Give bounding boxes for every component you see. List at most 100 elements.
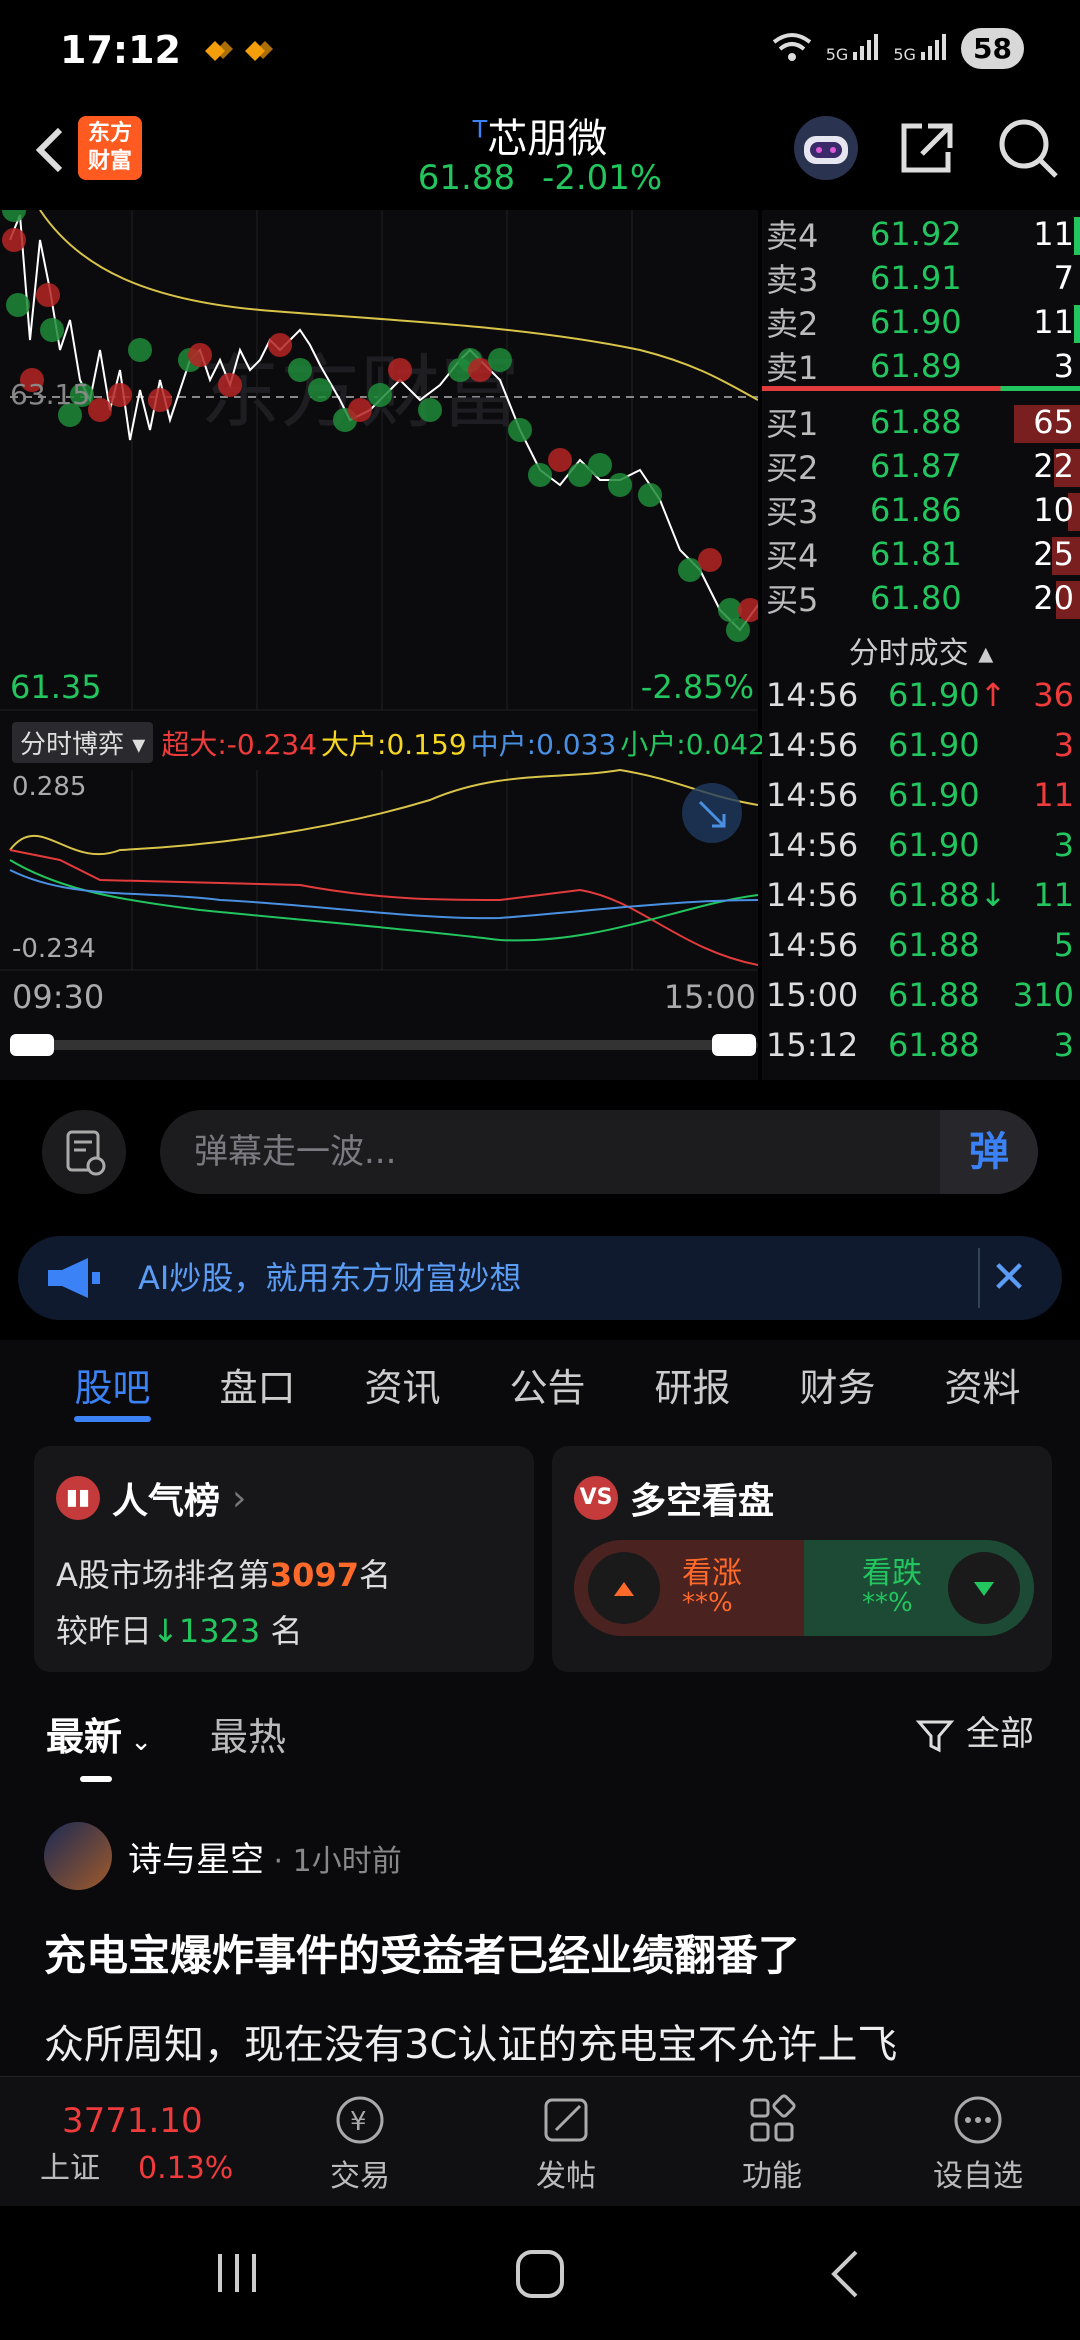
- tab-announcements[interactable]: 公告: [475, 1340, 620, 1436]
- bid-row: 买5 61.80 20: [762, 576, 1080, 620]
- intraday-chart[interactable]: 东方财富 63.15 61.35 -2.85% 分时博弈 ▾ 超大:-0.234…: [0, 210, 766, 1080]
- status-bar: 17:12 5G 5G 58: [0, 0, 1080, 100]
- tab-pankou[interactable]: 盘口: [185, 1340, 330, 1436]
- tab-guba[interactable]: 股吧: [40, 1340, 185, 1436]
- sort-row: 最新 ⌄ 最热 全部: [0, 1706, 1080, 1806]
- stock-price: 61.88: [417, 158, 516, 198]
- sell-marker: [418, 398, 442, 422]
- search-icon[interactable]: [992, 112, 1064, 184]
- flow-mid: 中户:0.033: [470, 727, 617, 761]
- vote-control: 看涨 **% 看跌 **%: [574, 1540, 1034, 1636]
- danmu-input[interactable]: 弹幕走一波... 弹: [160, 1110, 1038, 1194]
- trade-row: 14:56 61.90 11: [766, 776, 1074, 814]
- sell-marker: [128, 338, 152, 362]
- signal-icon: 5G: [826, 33, 880, 64]
- sell-marker: [488, 348, 512, 372]
- sort-latest[interactable]: 最新 ⌄: [46, 1706, 152, 1782]
- sell-marker: [40, 318, 64, 342]
- ask-row: 卖1 61.89 3: [766, 347, 1074, 387]
- sell-marker: [368, 383, 392, 407]
- sell-marker: [288, 358, 312, 382]
- battery-indicator: 58: [961, 28, 1024, 69]
- buy-marker: [88, 398, 112, 422]
- note-button[interactable]: [42, 1110, 126, 1194]
- flow-selector[interactable]: 分时博弈 ▾: [12, 722, 154, 763]
- signal-icon: 5G: [893, 33, 947, 64]
- bid-row: 买3 61.86 10: [762, 488, 1080, 532]
- trades-title[interactable]: 分时成交 ▴: [762, 628, 1080, 672]
- sort-hot[interactable]: 最热: [210, 1706, 286, 1761]
- post-body[interactable]: 众所周知，现在没有3C认证的充电宝不允许上飞: [44, 2012, 1044, 2070]
- popularity-title: 人气榜: [112, 1481, 221, 1522]
- tab-finance[interactable]: 财务: [765, 1340, 910, 1436]
- order-book: 卖4 61.92 11 卖3 61.91 7 卖2 61.90 11 卖1 61.89 3 买1…: [762, 210, 1080, 1080]
- post-title[interactable]: 充电宝爆炸事件的受益者已经业绩翻番了: [44, 1922, 800, 1983]
- back-nav-icon[interactable]: [822, 2246, 872, 2302]
- tab-news[interactable]: 资讯: [330, 1340, 475, 1436]
- system-nav-bar: [0, 2206, 1080, 2340]
- time-end-label: 15:00: [663, 978, 756, 1016]
- buy-marker: [188, 343, 212, 367]
- buy-marker: [108, 383, 132, 407]
- nav-post[interactable]: 发帖: [496, 2089, 636, 2195]
- recent-apps-icon[interactable]: [212, 2248, 262, 2298]
- nav-functions[interactable]: 功能: [702, 2089, 842, 2195]
- more-icon: [908, 2089, 1048, 2151]
- time-start-label: 09:30: [12, 978, 105, 1016]
- vote-down-button[interactable]: 看跌 **%: [804, 1540, 1034, 1636]
- buy-marker: [2, 228, 26, 252]
- nav-trade[interactable]: ¥ 交易: [290, 2089, 430, 2195]
- home-icon[interactable]: [512, 2246, 568, 2302]
- buy-marker: [388, 358, 412, 382]
- wifi-icon: [772, 32, 812, 66]
- index-ticker[interactable]: 3771.10 上证 0.13%: [40, 2101, 260, 2187]
- flow-small: 小户:0.042: [620, 727, 766, 761]
- trade-row: 14:56 61.90↑ 36: [766, 676, 1074, 714]
- sell-marker: [2, 210, 26, 222]
- robot-assistant-icon[interactable]: [790, 112, 862, 184]
- arrow-down-icon: ↓: [152, 1612, 179, 1650]
- vote-up-button[interactable]: 看涨 **%: [574, 1540, 804, 1636]
- buy-marker: [548, 448, 572, 472]
- section-tabs: 股吧 盘口 资讯 公告 研报 财务 资料: [0, 1340, 1080, 1436]
- tab-profile[interactable]: 资料: [910, 1340, 1055, 1436]
- sell-marker: [308, 378, 332, 402]
- flow-large: 大户:0.159: [321, 727, 467, 761]
- trade-row: 14:56 61.88↓ 11: [766, 876, 1074, 914]
- chart-icon: ▮▮: [56, 1476, 100, 1520]
- sell-marker: [588, 453, 612, 477]
- sell-marker: [528, 463, 552, 487]
- ai-banner[interactable]: AI炒股，就用东方财富妙想 ✕: [18, 1236, 1062, 1320]
- nav-watchlist[interactable]: 设自选: [908, 2089, 1048, 2195]
- trade-row: 15:00 61.88 310: [766, 976, 1074, 1014]
- close-icon[interactable]: ✕: [978, 1248, 1038, 1308]
- buy-marker: [36, 283, 60, 307]
- status-time: 17:12: [60, 28, 181, 72]
- flow-max-label: 0.285: [12, 772, 87, 802]
- danmu-send-button[interactable]: 弹: [940, 1110, 1038, 1194]
- trade-row: 14:56 61.90 3: [766, 826, 1074, 864]
- avatar[interactable]: [44, 1822, 112, 1890]
- fund-flow-bar: 分时博弈 ▾ 超大:-0.234 大户:0.159 中户:0.033 小户:0.…: [12, 722, 766, 763]
- arrow-down-icon: [948, 1552, 1020, 1624]
- tab-research[interactable]: 研报: [620, 1340, 765, 1436]
- chevron-right-icon: ›: [232, 1477, 247, 1519]
- share-icon[interactable]: [892, 112, 964, 184]
- popularity-change: 较昨日↓1323 名: [56, 1612, 303, 1650]
- flow-super: 超大:-0.234: [161, 727, 318, 761]
- popularity-card[interactable]: ▮▮ 人气榜 › A股市场排名第3097名 较昨日↓1323 名: [34, 1446, 534, 1672]
- sell-marker: [726, 618, 750, 642]
- notification-icons: [201, 37, 275, 63]
- vote-title: 多空看盘: [630, 1481, 775, 1522]
- danmu-input-row: 弹幕走一波... 弹: [0, 1108, 1080, 1198]
- ask-row: 卖2 61.90 11: [762, 300, 1080, 344]
- trade-row: 14:56 61.88 5: [766, 926, 1074, 964]
- arrow-up-icon: [588, 1552, 660, 1624]
- ai-banner-text: AI炒股，就用东方财富妙想: [138, 1259, 522, 1297]
- trade-row: 15:12 61.88 3: [766, 1026, 1074, 1064]
- note-settings-icon: [66, 1130, 106, 1176]
- sell-marker: [508, 418, 532, 442]
- filter-button[interactable]: 全部: [915, 1706, 1034, 1756]
- buy-marker: [218, 373, 242, 397]
- buy-marker: [348, 398, 372, 422]
